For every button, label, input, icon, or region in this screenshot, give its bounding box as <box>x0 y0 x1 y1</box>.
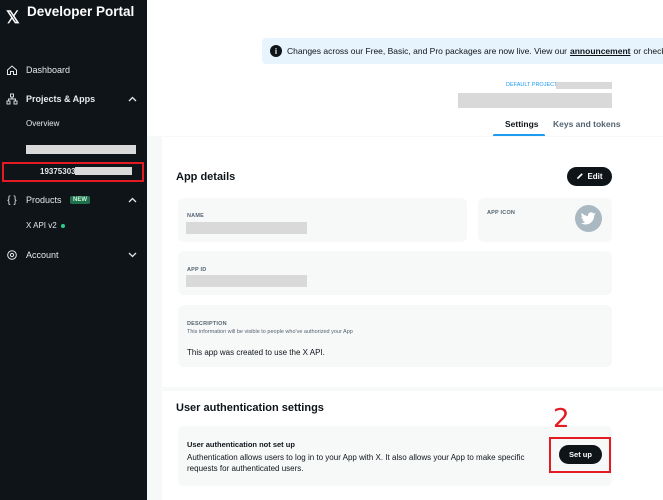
redacted-app-title <box>458 93 612 108</box>
info-icon: i <box>270 45 282 57</box>
sidebar-item-label: Dashboard <box>26 65 71 75</box>
description-note: This information will be visible to peop… <box>187 329 353 335</box>
description-label: DESCRIPTION <box>187 321 227 327</box>
default-project-label[interactable]: DEFAULT PROJECT- <box>506 82 559 88</box>
description-field: DESCRIPTION This information will be vis… <box>178 305 612 367</box>
redacted-project-name[interactable] <box>26 145 136 154</box>
redacted-app-id-value <box>186 275 307 287</box>
redacted-app-name-value <box>186 222 307 234</box>
app-id-label: APP ID <box>187 267 207 273</box>
banner-text-after: or check o <box>633 46 663 56</box>
tab-settings[interactable]: Settings <box>505 119 539 129</box>
sidebar-item-account[interactable]: Account <box>0 244 147 266</box>
set-up-button[interactable]: Set up <box>559 445 602 464</box>
brand-title: Developer Portal <box>27 4 135 19</box>
x-logo-icon[interactable]: 𝕏 <box>6 8 20 28</box>
annotation-box-1 <box>2 162 144 182</box>
sidebar-item-label: Account <box>26 250 59 260</box>
redacted-project-id <box>556 82 612 89</box>
header-area <box>147 0 663 136</box>
bird-icon <box>581 212 596 225</box>
sidebar-item-x-api-v2[interactable]: X API v2 <box>26 221 65 230</box>
name-label: NAME <box>187 213 204 219</box>
new-badge: NEW <box>70 196 90 204</box>
sidebar-item-products[interactable]: { } Products NEW <box>0 189 147 211</box>
description-value: This app was created to use the X API. <box>187 348 325 357</box>
braces-icon: { } <box>7 194 17 206</box>
sidebar: 𝕏 Developer Portal Dashboard Projects & … <box>0 0 147 500</box>
status-dot-icon <box>60 223 65 228</box>
annotation-number-2: 2 <box>553 404 570 434</box>
sidebar-item-overview[interactable]: Overview <box>26 119 59 128</box>
chevron-down-icon <box>128 251 137 260</box>
tab-keys-and-tokens[interactable]: Keys and tokens <box>553 119 621 129</box>
announcement-link[interactable]: announcement <box>570 46 630 56</box>
name-field: NAME <box>178 198 467 242</box>
app-id-field: APP ID <box>178 251 612 295</box>
sidebar-item-dashboard[interactable]: Dashboard <box>0 59 147 81</box>
announcement-banner: i Changes across our Free, Basic, and Pr… <box>262 38 663 64</box>
pencil-icon <box>576 172 584 182</box>
sidebar-item-projects-apps[interactable]: Projects & Apps <box>0 88 147 110</box>
sidebar-item-label: Products <box>26 195 62 205</box>
sidebar-item-label: Projects & Apps <box>26 94 96 104</box>
user-auth-row: User authentication not set up Authentic… <box>178 426 612 486</box>
chevron-up-icon <box>128 196 137 205</box>
edit-button[interactable]: Edit <box>567 167 612 186</box>
sidebar-item-label: X API v2 <box>26 221 57 230</box>
developer-portal-page: 𝕏 Developer Portal Dashboard Projects & … <box>0 0 663 500</box>
edit-label: Edit <box>587 172 603 181</box>
app-icon-label: APP ICON <box>487 210 516 216</box>
user-auth-title: User authentication settings <box>176 402 324 414</box>
banner-text: Changes across our Free, Basic, and Pro … <box>287 46 568 56</box>
chevron-up-icon <box>128 95 137 104</box>
gear-icon <box>6 249 18 261</box>
app-details-title: App details <box>176 171 236 183</box>
user-auth-status: User authentication not set up <box>187 440 295 449</box>
hierarchy-icon <box>6 93 18 105</box>
app-icon-avatar <box>575 205 602 232</box>
home-icon <box>6 64 18 76</box>
user-auth-description: Authentication allows users to log in to… <box>187 453 525 473</box>
